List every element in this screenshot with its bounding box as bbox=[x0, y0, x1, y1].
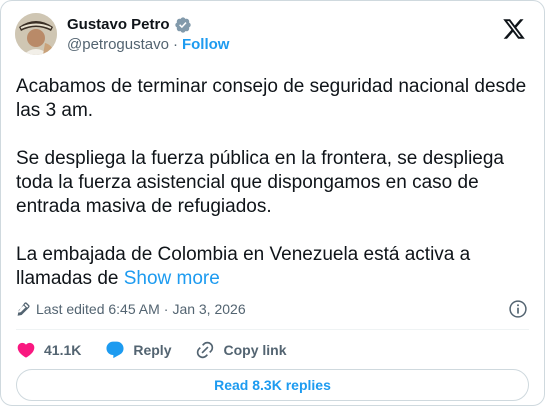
tweet-card: Gustavo Petro @petrogustavo · Follow Aca… bbox=[0, 0, 545, 406]
author-block: Gustavo Petro @petrogustavo · Follow bbox=[67, 15, 229, 55]
divider bbox=[16, 329, 529, 330]
tweet-paragraph-last: La embajada de Colombia en Venezuela est… bbox=[16, 243, 531, 291]
info-icon[interactable] bbox=[508, 299, 528, 319]
copy-link-label: Copy link bbox=[223, 342, 287, 358]
handle-separator: · bbox=[172, 36, 178, 53]
action-bar: 41.1K Reply Copy link bbox=[16, 339, 311, 361]
tweet-paragraph: Se despliega la fuerza pública en la fro… bbox=[16, 148, 504, 217]
author-display-name[interactable]: Gustavo Petro bbox=[67, 15, 170, 35]
name-row: Gustavo Petro bbox=[67, 15, 229, 35]
handle-row: @petrogustavo · Follow bbox=[67, 35, 229, 55]
like-count: 41.1K bbox=[44, 342, 82, 358]
tweet-meta: Last edited 6:45 AM · Jan 3, 2026 bbox=[15, 299, 528, 319]
link-icon bbox=[197, 341, 214, 359]
like-button[interactable]: 41.1K bbox=[16, 340, 81, 360]
x-logo-icon[interactable] bbox=[502, 17, 526, 41]
show-more-link[interactable]: Show more bbox=[124, 268, 220, 289]
heart-icon bbox=[17, 342, 35, 358]
reply-label: Reply bbox=[133, 342, 172, 358]
avatar-image bbox=[15, 13, 57, 55]
tweet-header: Gustavo Petro @petrogustavo · Follow bbox=[15, 13, 530, 67]
follow-button[interactable]: Follow bbox=[182, 35, 230, 55]
tweet-paragraph: Acabamos de terminar consejo de segurida… bbox=[16, 76, 527, 121]
read-replies-button[interactable]: Read 8.3K replies bbox=[16, 369, 529, 401]
meta-separator: · bbox=[163, 301, 169, 317]
tweet-date[interactable]: Jan 3, 2026 bbox=[172, 301, 245, 317]
pencil-edit-icon bbox=[17, 302, 30, 316]
copy-link-button[interactable]: Copy link bbox=[195, 340, 287, 360]
last-edited-time[interactable]: Last edited 6:45 AM bbox=[36, 301, 160, 317]
reply-button[interactable]: Reply bbox=[105, 340, 171, 360]
avatar[interactable] bbox=[15, 13, 57, 55]
tweet-paragraph-text: La embajada de Colombia en Venezuela est… bbox=[16, 244, 471, 289]
author-handle[interactable]: @petrogustavo bbox=[67, 35, 169, 55]
verified-badge-icon[interactable] bbox=[174, 16, 192, 34]
tweet-text: Acabamos de terminar consejo de segurida… bbox=[16, 75, 531, 291]
speech-bubble-icon bbox=[106, 341, 124, 359]
